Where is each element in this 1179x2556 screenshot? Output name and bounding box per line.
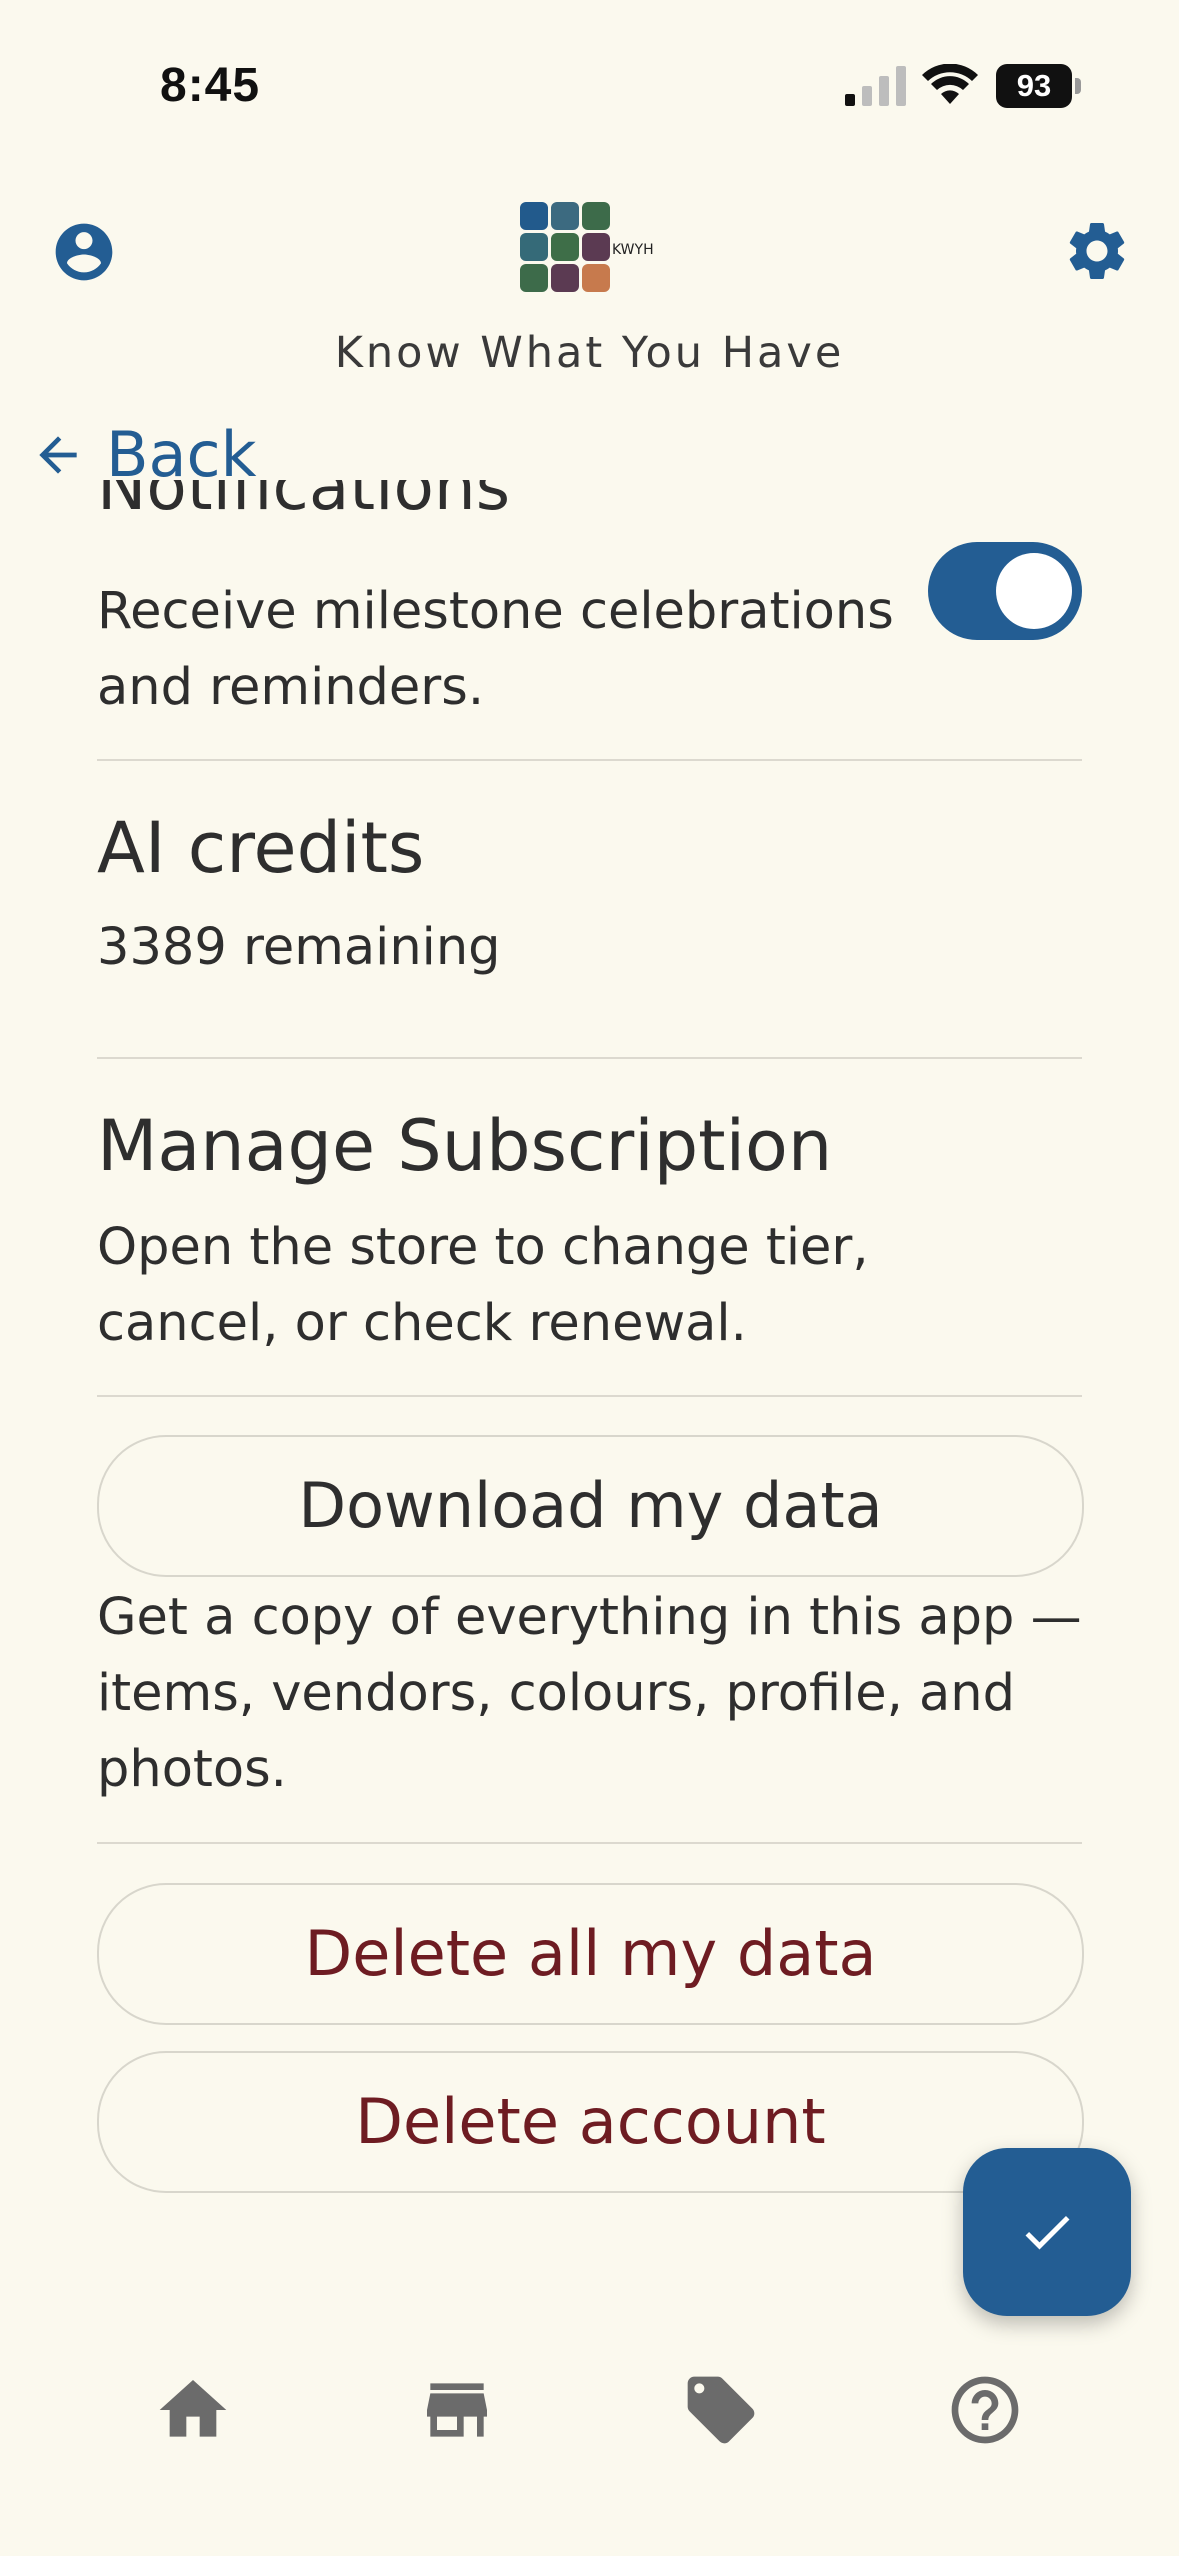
download-data-button[interactable]: Download my data [97,1435,1084,1577]
store-icon[interactable] [417,2370,497,2450]
confirm-fab-button[interactable] [963,2148,1131,2316]
delete-account-button[interactable]: Delete account [97,2051,1084,2193]
logo-tile [582,264,610,292]
battery-indicator: 93 [996,64,1082,108]
app-title: Know What You Have [334,328,845,378]
account-circle-icon[interactable] [50,218,118,286]
notifications-title: Notifications [97,480,511,525]
battery-level: 93 [996,64,1072,108]
logo-tile [520,202,548,230]
logo-tile [551,233,579,261]
tag-icon[interactable] [681,2370,761,2450]
logo-tile [582,202,610,230]
download-data-description: Get a copy of everything in this app — i… [97,1588,1082,1799]
check-icon [1025,2215,1070,2250]
arrow-left-icon [39,435,77,474]
home-icon[interactable] [153,2370,233,2450]
status-time: 8:45 [160,59,261,112]
notifications-description: Receive milestone celebrations and remin… [97,582,894,717]
logo-tile [520,264,548,292]
logo-tile [551,202,579,230]
divider [97,1395,1082,1397]
gear-icon[interactable] [1062,216,1132,286]
ai-credits-value: 3389 remaining [97,918,501,977]
divider [97,1842,1082,1844]
app-logo: KWYH [520,202,670,298]
logo-text: KWYH [612,242,654,258]
manage-subscription-description: Open the store to change tier, cancel, o… [97,1218,869,1353]
notifications-toggle[interactable] [928,542,1082,640]
logo-tile [520,233,548,261]
logo-tile [582,233,610,261]
cellular-signal-icon [845,66,906,106]
delete-all-data-button[interactable]: Delete all my data [97,1883,1084,2025]
manage-subscription-title[interactable]: Manage Subscription [97,1108,1082,1185]
wifi-icon [922,64,978,104]
logo-tile [551,264,579,292]
help-circle-icon[interactable] [945,2370,1025,2450]
notifications-title-clipped: Notifications [97,480,897,546]
ai-credits-title: AI credits [97,807,425,889]
divider [97,759,1082,761]
toggle-knob [996,553,1072,629]
divider [97,1057,1082,1059]
